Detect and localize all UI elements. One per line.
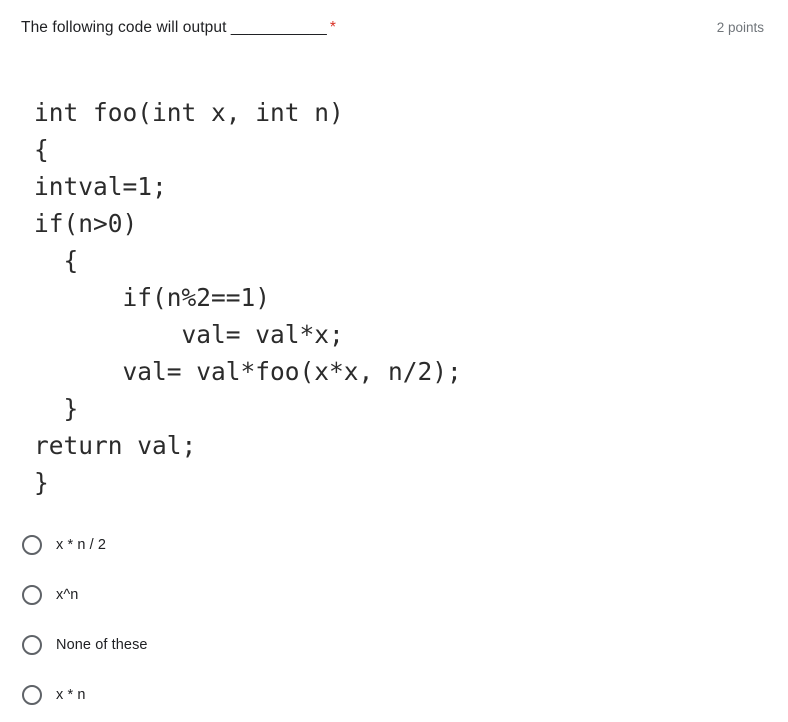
radio-button-icon[interactable] [22,585,42,605]
code-line: int foo(int x, int n) [34,98,344,127]
code-line: val= val*foo(x*x, n/2); [34,357,462,386]
option-label: x * n [56,687,86,703]
option-row-3[interactable]: None of these [0,620,788,670]
code-line: val= val*x; [34,320,344,349]
code-line: { [34,246,79,275]
question-page: The following code will output _________… [0,0,788,722]
question-title-text: The following code will output _________… [21,19,327,36]
page-title: The following code will output _________… [21,16,336,40]
option-label: x * n / 2 [56,537,107,553]
code-line: if(n%2==1) [34,283,271,312]
option-row-1[interactable]: x * n / 2 [0,520,788,570]
question-header: The following code will output _________… [0,16,788,44]
code-line: if(n>0) [34,209,138,238]
code-line: } [34,394,79,423]
required-asterisk: * [329,19,336,36]
radio-button-icon[interactable] [22,535,42,555]
option-label: None of these [56,637,148,653]
option-row-4[interactable]: x * n [0,670,788,720]
option-row-2[interactable]: x^n [0,570,788,620]
radio-button-icon[interactable] [22,685,42,705]
code-snippet: int foo(int x, int n) { intval=1; if(n>0… [34,94,734,501]
option-label: x^n [56,587,79,603]
code-line: } [34,468,49,497]
radio-button-icon[interactable] [22,635,42,655]
code-line: { [34,135,49,164]
code-line: return val; [34,431,197,460]
points-badge: 2 points [716,20,764,35]
code-line: intval=1; [34,172,167,201]
answer-options: x * n / 2 x^n None of these x * n [0,520,788,720]
